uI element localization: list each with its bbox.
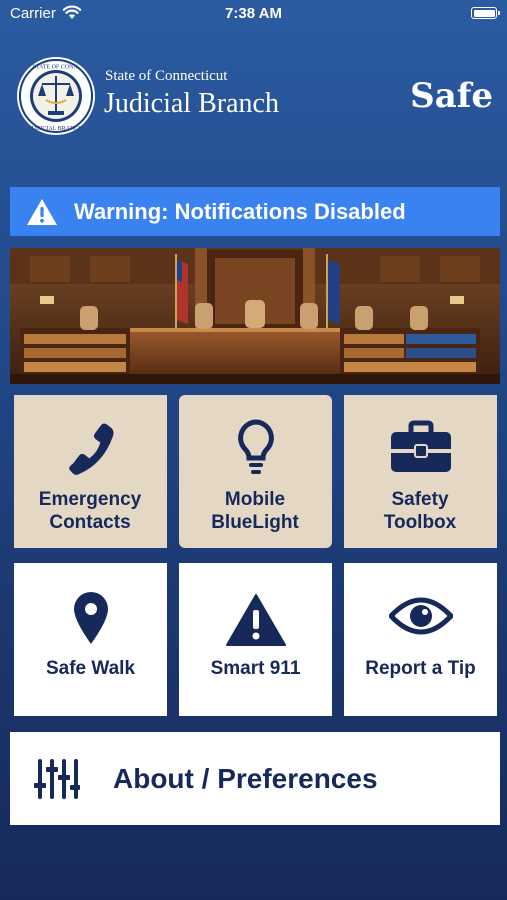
warning-text: Warning: Notifications Disabled [74, 198, 406, 224]
notifications-warning-banner[interactable]: Warning: Notifications Disabled [10, 187, 500, 236]
about-label: About / Preferences [113, 763, 378, 794]
tile-label: Smart 911 [210, 658, 301, 679]
svg-text:STATE OF CONN.: STATE OF CONN. [33, 65, 80, 71]
battery-icon [471, 7, 500, 19]
mobile-bluelight-button[interactable]: Mobile BlueLight [179, 395, 332, 548]
svg-text:JUDICIAL BRANCH: JUDICIAL BRANCH [29, 126, 83, 132]
eye-icon [388, 597, 453, 635]
org-title: Judicial Branch [104, 88, 279, 119]
map-pin-icon [73, 592, 108, 644]
tile-label: Report a Tip [365, 658, 476, 679]
tile-label: Safe Walk [45, 658, 136, 679]
judicial-seal-logo: STATE OF CONN. JUDICIAL BRANCH [17, 57, 95, 135]
tile-label: Mobile BlueLight [211, 489, 299, 533]
app-title: Safe [410, 76, 493, 116]
alert-triangle-icon [225, 594, 286, 646]
safety-toolbox-button[interactable]: Safety Toolbox [344, 395, 497, 548]
tile-label: Emergency Contacts [38, 489, 142, 533]
safe-walk-button[interactable]: Safe Walk [14, 563, 167, 716]
smart-911-button[interactable]: Smart 911 [179, 563, 332, 716]
battery-fill [473, 9, 495, 17]
tile-label: Safety Toolbox [383, 489, 457, 533]
courtroom-hero-image [10, 248, 500, 384]
sliders-icon [34, 759, 80, 799]
clock: 7:38 AM [225, 5, 282, 22]
toolbox-icon [390, 420, 451, 472]
status-bar: Carrier 7:38 AM [0, 0, 507, 28]
phone-icon [68, 423, 114, 475]
header: STATE OF CONN. JUDICIAL BRANCH State of … [0, 48, 507, 148]
report-tip-button[interactable]: Report a Tip [344, 563, 497, 716]
emergency-contacts-button[interactable]: Emergency Contacts [14, 395, 167, 548]
warning-triangle-icon [27, 198, 57, 225]
lightbulb-icon [237, 419, 274, 474]
about-preferences-button[interactable]: About / Preferences [10, 732, 500, 825]
org-subtitle: State of Connecticut [105, 68, 228, 84]
